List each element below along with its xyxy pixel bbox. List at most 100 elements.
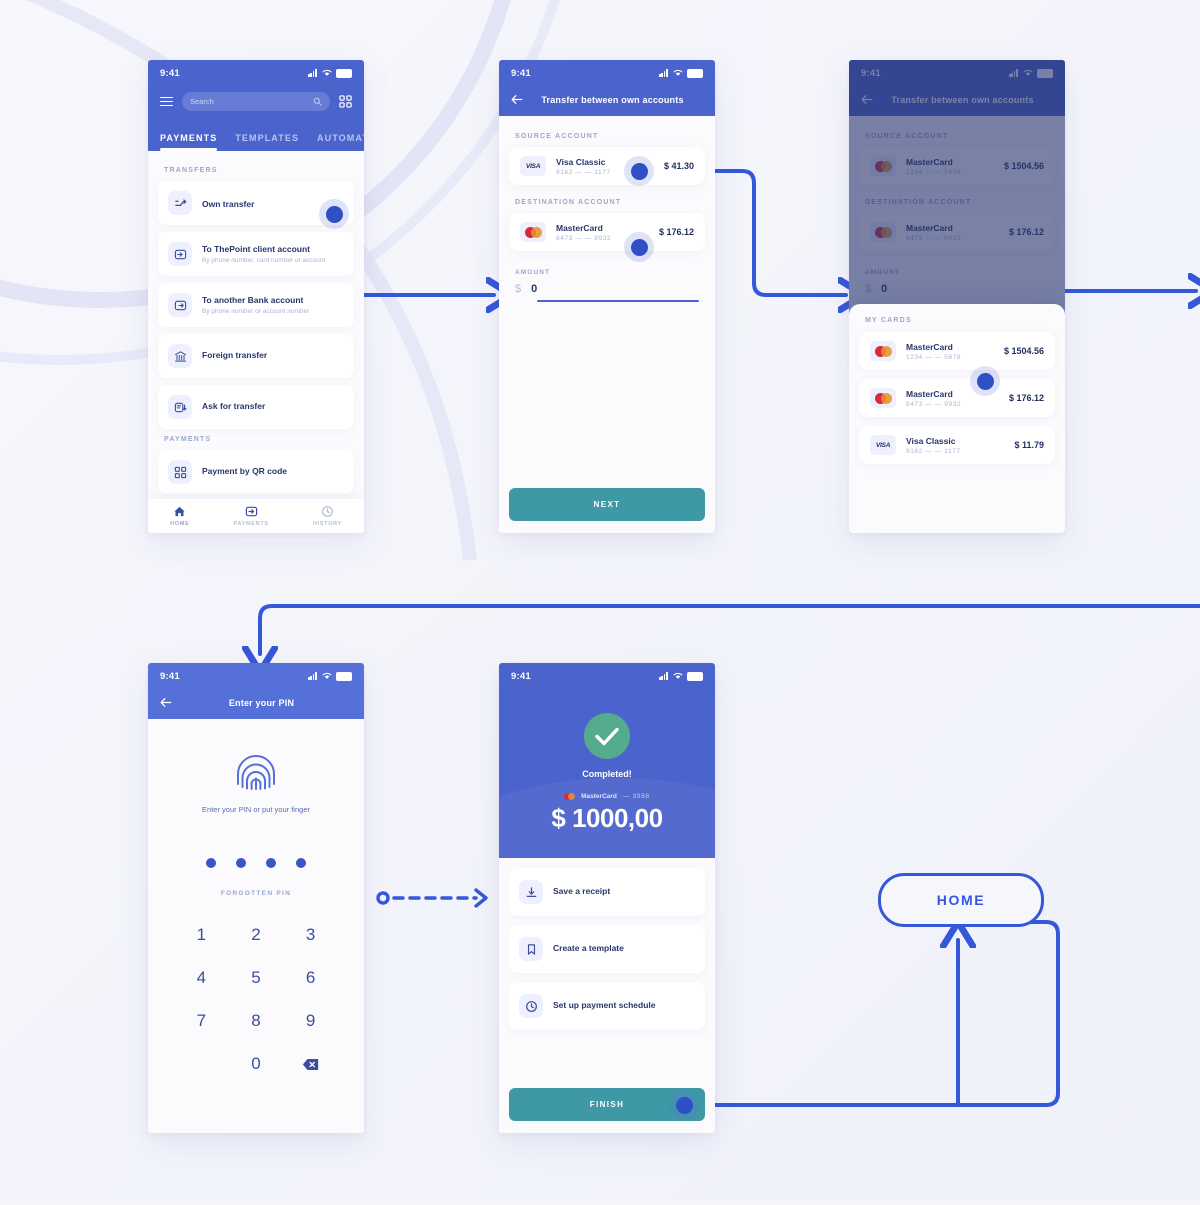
status-bar: 9:41 — [148, 60, 364, 86]
transfer-amount: $ 1000,00 — [551, 803, 663, 833]
my-cards-title: MY CARDS — [865, 317, 912, 324]
list-item-title: Ask for transfer — [202, 401, 266, 412]
mastercard-logo-icon — [520, 222, 546, 242]
qr-code-icon — [168, 460, 192, 484]
wifi-icon — [322, 69, 332, 76]
completed-card-info: MasterCard — 3988 — [499, 793, 715, 800]
bank-icon — [168, 344, 192, 368]
payments-icon — [245, 506, 257, 517]
status-bar: 9:41 — [148, 663, 364, 689]
home-flow-button[interactable]: HOME — [878, 873, 1044, 927]
nav-item-payments[interactable]: PAYMENTS — [234, 505, 269, 527]
phone-screen-pin: 9:41 Enter your PIN Enter your PIN or pu… — [148, 663, 364, 1133]
key-1[interactable]: 1 — [174, 925, 229, 945]
my-cards-bottom-sheet: MY CARDS MasterCard 1234 — — 5678 $ 1504… — [849, 304, 1065, 533]
action-label: Create a template — [553, 943, 624, 954]
action-create-template[interactable]: Create a template — [509, 925, 705, 973]
list-item-title: Own transfer — [202, 199, 255, 209]
search-input[interactable]: Search — [182, 92, 330, 111]
tap-node-selected-card[interactable] — [970, 366, 1000, 396]
card-brand: MasterCard — [581, 793, 617, 800]
key-6[interactable]: 6 — [283, 968, 338, 988]
list-item-ask-for-transfer[interactable]: Ask for transfer — [158, 385, 354, 429]
outgoing-transfer-icon — [168, 293, 192, 317]
key-blank — [174, 1054, 229, 1074]
screen2-title: Transfer between own accounts — [541, 94, 684, 105]
wifi-icon — [322, 672, 332, 679]
account-amount: $ 1504.56 — [1003, 346, 1044, 356]
tap-node-own-transfer[interactable] — [319, 199, 349, 229]
amount-field-group: AMOUNT $ 0 — [509, 269, 705, 302]
screen1-tabs: PAYMENTS TEMPLATES AUTOMATIC — [148, 121, 364, 151]
completed-status: Completed! — [582, 769, 632, 779]
key-7[interactable]: 7 — [174, 1011, 229, 1031]
next-button[interactable]: NEXT — [509, 488, 705, 521]
forgotten-pin-link[interactable]: FORGOTTEN PIN — [148, 890, 364, 897]
action-save-receipt[interactable]: Save a receipt — [509, 868, 705, 916]
nav-item-home[interactable]: HOME — [170, 505, 189, 527]
signal-icon — [308, 69, 318, 77]
list-item-subtitle: By phone number or account number — [202, 308, 310, 316]
own-transfer-icon — [168, 191, 192, 215]
pin-keypad: 1 2 3 4 5 6 7 8 9 0 — [148, 925, 364, 1074]
destination-account-card[interactable]: MasterCard 8473 — — 9932 $ 176.12 — [509, 213, 705, 251]
amount-currency: $ — [515, 283, 522, 295]
tap-node-destination-account[interactable] — [624, 232, 654, 262]
list-item-subtitle: By phone number, card number or account — [202, 257, 326, 265]
nav-label: PAYMENTS — [233, 521, 269, 527]
action-label: Save a receipt — [553, 886, 611, 897]
search-placeholder: Search — [190, 97, 214, 106]
screen4-title: Enter your PIN — [228, 697, 295, 708]
mastercard-logo-icon — [564, 793, 576, 800]
account-number: 9182 — — 1177 — [906, 447, 961, 455]
fingerprint-icon[interactable] — [148, 747, 364, 793]
card-option-3[interactable]: VISA Visa Classic 9182 — — 1177 $ 11.79 — [859, 426, 1055, 464]
key-5[interactable]: 5 — [229, 968, 284, 988]
account-amount: $ 11.79 — [1014, 440, 1044, 450]
status-bar: 9:41 — [499, 663, 715, 689]
card-option-1[interactable]: MasterCard 1234 — — 5678 $ 1504.56 — [859, 332, 1055, 370]
bookmark-icon — [519, 937, 543, 961]
tap-node-finish[interactable] — [669, 1090, 699, 1120]
status-time: 9:41 — [160, 67, 180, 79]
key-8[interactable]: 8 — [229, 1011, 284, 1031]
tab-payments[interactable]: PAYMENTS — [160, 133, 218, 151]
signal-icon — [659, 69, 669, 77]
source-account-card[interactable]: VISA Visa Classic 9182 — — 1177 $ 41.30 — [509, 147, 705, 185]
key-backspace[interactable] — [283, 1054, 338, 1074]
incoming-transfer-icon — [168, 242, 192, 266]
qr-scan-icon[interactable] — [339, 95, 352, 108]
battery-icon — [336, 671, 352, 681]
key-0[interactable]: 0 — [229, 1054, 284, 1074]
key-3[interactable]: 3 — [283, 925, 338, 945]
menu-icon[interactable] — [160, 96, 173, 107]
key-2[interactable]: 2 — [229, 925, 284, 945]
list-item-payment-by-qr-code[interactable]: Payment by QR code — [158, 450, 354, 494]
key-9[interactable]: 9 — [283, 1011, 338, 1031]
status-time: 9:41 — [511, 67, 531, 79]
key-4[interactable]: 4 — [174, 968, 229, 988]
account-amount: $ 176.12 — [1008, 393, 1044, 403]
list-item-thepoint-client-account[interactable]: To ThePoint client account By phone numb… — [158, 232, 354, 276]
account-number: 1234 — — 5678 — [906, 353, 962, 361]
action-payment-schedule[interactable]: Set up payment schedule — [509, 982, 705, 1030]
wifi-icon — [673, 672, 683, 679]
list-item-another-bank-account[interactable]: To another Bank account By phone number … — [158, 283, 354, 327]
card-option-2[interactable]: MasterCard 8473 — — 9932 $ 176.12 — [859, 379, 1055, 417]
tap-node-source-account[interactable] — [624, 156, 654, 186]
tab-templates[interactable]: TEMPLATES — [235, 133, 299, 151]
source-account-label: SOURCE ACCOUNT — [515, 133, 599, 140]
visa-logo-icon: VISA — [520, 156, 546, 176]
nav-item-history[interactable]: HISTORY — [313, 505, 342, 527]
clock-icon — [519, 994, 543, 1018]
history-icon — [321, 506, 333, 517]
list-item-foreign-transfer[interactable]: Foreign transfer — [158, 334, 354, 378]
section-label-transfers: TRANSFERS — [164, 167, 218, 174]
screen4-header: 9:41 Enter your PIN — [148, 663, 364, 719]
pin-dot — [206, 858, 216, 868]
phone-screen-transfer-form: 9:41 Transfer between own accounts SOURC… — [499, 60, 715, 533]
tab-automatic[interactable]: AUTOMATIC — [317, 133, 364, 151]
amount-input[interactable]: 0 — [531, 283, 537, 295]
account-amount: $ 176.12 — [658, 227, 694, 237]
screen4-body: Enter your PIN or put your finger FORGOT… — [148, 719, 364, 1074]
